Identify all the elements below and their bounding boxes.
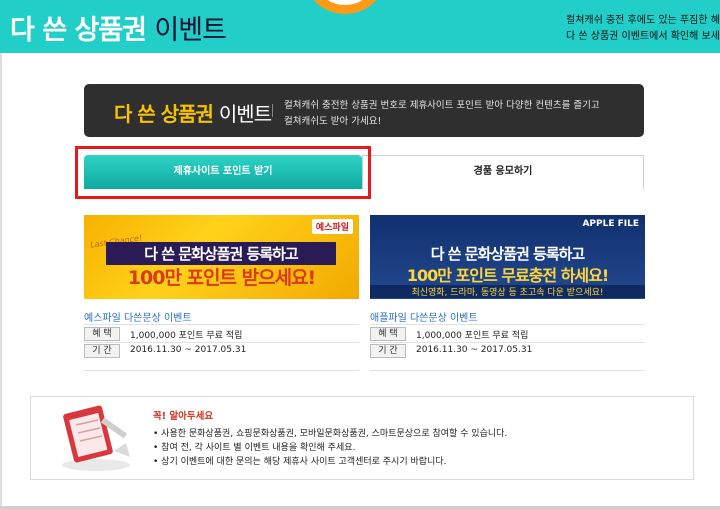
banner-title: 다 쓴 상품권 이벤트 xyxy=(114,98,272,127)
page-title: 다 쓴 상품권 이벤트 xyxy=(10,8,227,47)
notice-title: 꼭! 알아두세요 xyxy=(153,411,214,422)
header-notice-line-1: 컬쳐캐쉬 충전 후에도 있는 푸짐한 혜택 xyxy=(566,15,720,26)
yesfile-benefit: 1,000,000 포인트 무료 적립 xyxy=(130,331,243,341)
header-bar: 다 쓴 상품권 이벤트 컬쳐캐쉬 충전 후에도 있는 푸짐한 혜택 다 쓴 상품… xyxy=(0,0,720,53)
applefile-banner-line-3: 최신영화, 드라마, 동영상 등 초고속 다운 받으세요! xyxy=(370,285,645,298)
notice-box: 꼭! 알아두세요 • 사용한 문화상품권, 쇼핑문화상품권, 모바일문화상품권,… xyxy=(30,396,694,480)
applefile-banner-line-1: 다 쓴 문화상품권 등록하고 xyxy=(430,245,585,263)
benefit-label: 혜 택 xyxy=(370,327,406,341)
banner-title-strong: 다 쓴 상품권 xyxy=(114,102,214,126)
header-decoration xyxy=(303,0,387,14)
banner-title-light: 이벤트 xyxy=(218,102,272,126)
yesfile-event-title[interactable]: 예스파일 다쓴문상 이벤트 xyxy=(84,309,192,324)
banner-separator xyxy=(272,104,273,117)
tab-prize-entry[interactable]: 경품 응모하기 xyxy=(362,155,644,189)
yesfile-event-banner[interactable]: 예스파일 Last Chance! 다 쓴 문화상품권 등록하고 100만 포인… xyxy=(84,215,359,299)
period-label: 기 간 xyxy=(84,344,120,358)
applefile-banner-line-2: 100만 포인트 무료충전 하세요! xyxy=(406,266,609,285)
row-divider xyxy=(370,370,645,371)
applefile-logo: APPLE FILE xyxy=(582,219,639,229)
page-title-light: 이벤트 xyxy=(154,15,227,46)
left-divider xyxy=(0,53,2,509)
yesfile-logo: 예스파일 xyxy=(311,219,353,234)
notice-item-1: • 사용한 문화상품권, 쇼핑문화상품권, 모바일문화상품권, 스마트문상으로 … xyxy=(153,429,508,439)
row-divider xyxy=(84,370,359,371)
row-divider xyxy=(370,342,645,343)
yesfile-period: 2016.11.30 ~ 2017.05.31 xyxy=(130,345,247,355)
notice-item-3: • 상기 이벤트에 대한 문의는 해당 제휴사 사이트 고객센터로 주시기 바랍… xyxy=(153,457,447,467)
period-label: 기 간 xyxy=(370,344,406,358)
event-intro-banner: 다 쓴 상품권 이벤트 컬쳐캐쉬 충전한 상품권 번호로 제휴사이트 포인트 받… xyxy=(84,84,644,137)
row-divider xyxy=(370,324,645,325)
banner-desc-line-2: 컬쳐캐쉬도 받아 가세요! xyxy=(284,116,382,127)
row-divider xyxy=(84,342,359,343)
header-notice-line-2: 다 쓴 상품권 이벤트에서 확인해 보세요 xyxy=(566,31,720,42)
page-title-strong: 다 쓴 상품권 xyxy=(10,15,147,46)
benefit-label: 혜 택 xyxy=(84,327,120,341)
notice-item-2: • 참여 전, 각 사이트 별 이벤트 내용을 확인해 주세요. xyxy=(153,443,356,453)
applefile-event-banner[interactable]: APPLE FILE 다 쓴 문화상품권 등록하고 100만 포인트 무료충전 … xyxy=(370,215,645,299)
yesfile-banner-line-2: 100만 포인트 받으세요! xyxy=(127,267,316,289)
clipboard-icon xyxy=(62,405,130,471)
applefile-period: 2016.11.30 ~ 2017.05.31 xyxy=(416,345,533,355)
row-divider xyxy=(84,324,359,325)
banner-desc-line-1: 컬쳐캐쉬 충전한 상품권 번호로 제휴사이트 포인트 받아 다양한 컨텐츠를 즐… xyxy=(284,100,600,111)
highlight-box xyxy=(75,146,371,199)
yesfile-banner-line-1: 다 쓴 문화상품권 등록하고 xyxy=(106,242,336,265)
applefile-event-title[interactable]: 애플파일 다쓴문상 이벤트 xyxy=(370,309,478,324)
applefile-benefit: 1,000,000 포인트 무료 적립 xyxy=(416,331,529,341)
